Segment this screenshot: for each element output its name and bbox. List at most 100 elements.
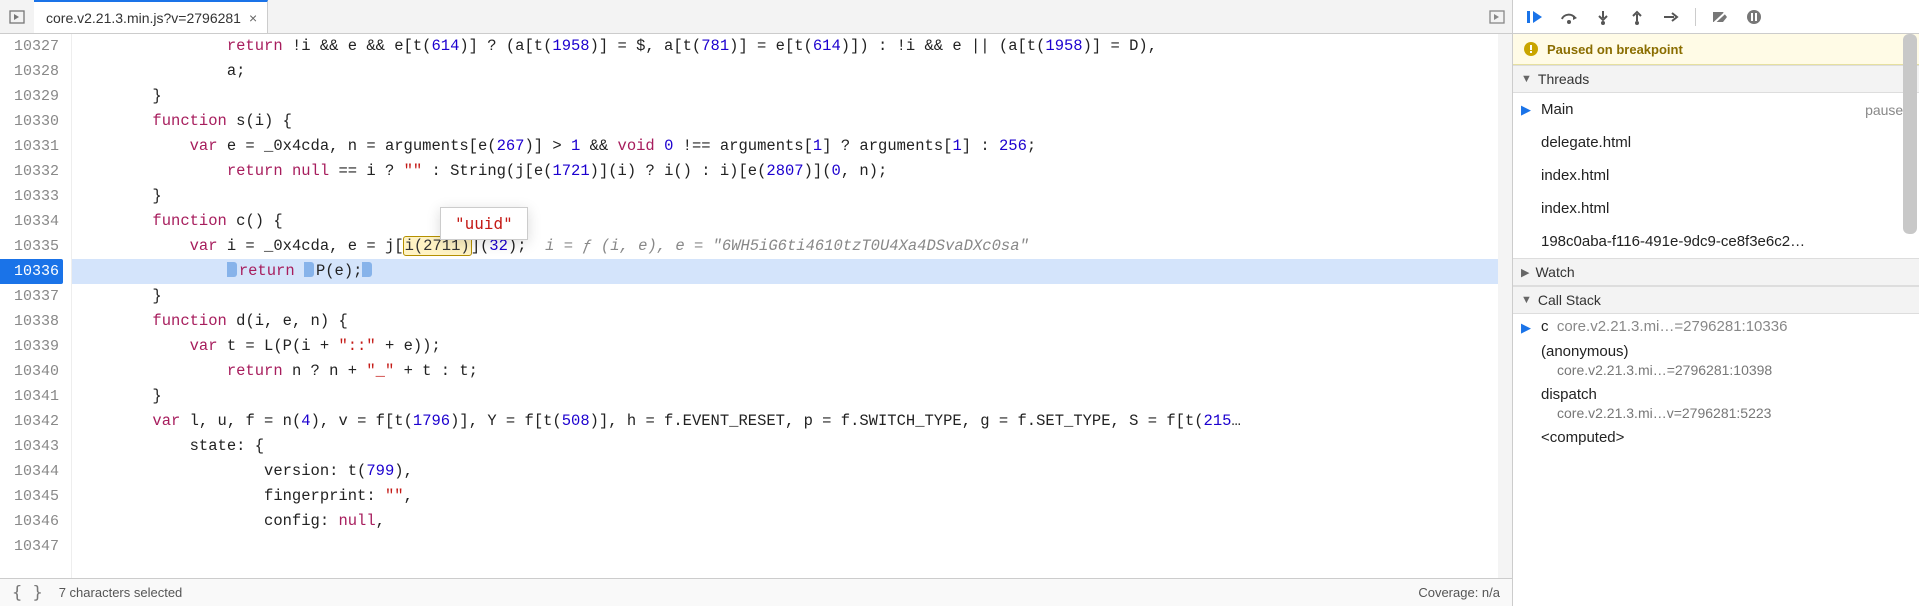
line-number[interactable]: 10331 [0, 134, 63, 159]
step-over-button[interactable] [1555, 5, 1583, 29]
line-number[interactable]: 10329 [0, 84, 63, 109]
frame-function: c [1541, 318, 1549, 335]
step-out-button[interactable] [1623, 5, 1651, 29]
line-number[interactable]: 10336 [0, 259, 63, 284]
threads-pane-header[interactable]: ▼ Threads [1513, 65, 1919, 93]
thread-label: index.html [1541, 167, 1609, 184]
callstack-list: ▶c core.v2.21.3.mi…=2796281:10336(anonym… [1513, 314, 1919, 450]
thread-label: Main [1541, 101, 1574, 118]
chevron-down-icon: ▼ [1521, 73, 1532, 85]
callstack-frame[interactable]: dispatchcore.v2.21.3.mi…v=2796281:5223 [1513, 382, 1919, 425]
line-number[interactable]: 10346 [0, 509, 63, 534]
breakpoint-marker[interactable] [362, 262, 372, 277]
line-number[interactable]: 10343 [0, 434, 63, 459]
thread-label: 198c0aba-f116-491e-9dc9-ce8f3e6c2… [1541, 233, 1805, 250]
line-number[interactable]: 10337 [0, 284, 63, 309]
code-line[interactable]: } [72, 84, 1512, 109]
callstack-frame[interactable]: ▶c core.v2.21.3.mi…=2796281:10336 [1513, 314, 1919, 339]
thread-item[interactable]: index.html [1513, 159, 1919, 192]
warning-icon [1523, 41, 1539, 57]
debugger-sidebar: Paused on breakpoint ▼ Threads ▶Mainpaus… [1512, 0, 1919, 606]
code-line[interactable]: } [72, 284, 1512, 309]
close-tab-icon[interactable]: × [249, 10, 257, 26]
threads-list: ▶Mainpaused delegate.html index.html index.… [1513, 93, 1919, 258]
step-into-button[interactable] [1589, 5, 1617, 29]
file-navigator-icon[interactable] [0, 8, 34, 26]
pause-message: Paused on breakpoint [1547, 42, 1683, 57]
code-line[interactable]: state: { [72, 434, 1512, 459]
frame-function: (anonymous) [1541, 343, 1629, 360]
line-number[interactable]: 10347 [0, 534, 63, 559]
thread-item[interactable]: index.html [1513, 192, 1919, 225]
line-number[interactable]: 10330 [0, 109, 63, 134]
chevron-down-icon: ▼ [1521, 294, 1532, 306]
tab-label: core.v2.21.3.min.js?v=2796281 [46, 10, 241, 26]
step-button[interactable] [1657, 5, 1685, 29]
line-number[interactable]: 10339 [0, 334, 63, 359]
editor-scrollbar[interactable] [1498, 34, 1512, 578]
code-line[interactable]: fingerprint: "", [72, 484, 1512, 509]
code-line[interactable]: return null == i ? "" : String(j[e(1721)… [72, 159, 1512, 184]
line-number[interactable]: 10341 [0, 384, 63, 409]
frame-function: <computed> [1541, 429, 1624, 446]
breakpoint-marker[interactable] [227, 262, 237, 277]
code-line[interactable]: return !i && e && e[t(614)] ? (a[t(1958)… [72, 34, 1512, 59]
more-tabs-icon[interactable] [1488, 8, 1506, 26]
breakpoint-marker[interactable] [304, 262, 314, 277]
code-line[interactable]: } [72, 184, 1512, 209]
line-number[interactable]: 10327 [0, 34, 63, 59]
code-line[interactable]: var i = _0x4cda, e = j[i(2711)](32); i =… [72, 234, 1512, 259]
editor-tab-bar: core.v2.21.3.min.js?v=2796281 × [0, 0, 1512, 34]
thread-item[interactable]: delegate.html [1513, 126, 1919, 159]
frame-function: dispatch [1541, 386, 1597, 403]
code-line[interactable]: function s(i) { [72, 109, 1512, 134]
line-gutter: 1032710328103291033010331103321033310334… [0, 34, 72, 578]
braces-icon[interactable]: { } [12, 583, 43, 603]
thread-item[interactable]: ▶Mainpaused [1513, 93, 1919, 126]
file-tab[interactable]: core.v2.21.3.min.js?v=2796281 × [34, 0, 268, 33]
code-line[interactable]: var l, u, f = n(4), v = f[t(1796)], Y = … [72, 409, 1512, 434]
callstack-frame[interactable]: (anonymous)core.v2.21.3.mi…=2796281:1039… [1513, 339, 1919, 382]
code-line[interactable]: } [72, 384, 1512, 409]
watch-pane-header[interactable]: ▶ Watch [1513, 258, 1919, 286]
frame-location: core.v2.21.3.mi…=2796281:10336 [1557, 318, 1788, 335]
pause-banner: Paused on breakpoint [1513, 34, 1919, 65]
pause-exceptions-button[interactable] [1740, 5, 1768, 29]
code-content[interactable]: return !i && e && e[t(614)] ? (a[t(1958)… [72, 34, 1512, 578]
code-line[interactable]: config: null, [72, 509, 1512, 534]
code-line[interactable]: var t = L(P(i + "::" + e)); [72, 334, 1512, 359]
thread-label: delegate.html [1541, 134, 1631, 151]
sidebar-scrollbar[interactable] [1899, 34, 1919, 606]
line-number[interactable]: 10335 [0, 234, 63, 259]
code-line[interactable] [72, 534, 1512, 559]
thread-item[interactable]: 198c0aba-f116-491e-9dc9-ce8f3e6c2… [1513, 225, 1919, 258]
line-number[interactable]: 10328 [0, 59, 63, 84]
code-line[interactable]: var e = _0x4cda, n = arguments[e(267)] >… [72, 134, 1512, 159]
code-editor-panel: core.v2.21.3.min.js?v=2796281 × 10327103… [0, 0, 1512, 606]
callstack-frame[interactable]: <computed> [1513, 425, 1919, 450]
line-number[interactable]: 10340 [0, 359, 63, 384]
callstack-pane-header[interactable]: ▼ Call Stack [1513, 286, 1919, 314]
line-number[interactable]: 10338 [0, 309, 63, 334]
code-line[interactable]: return P(e); [72, 259, 1512, 284]
scrollbar-thumb[interactable] [1903, 34, 1917, 234]
code-line[interactable]: version: t(799), [72, 459, 1512, 484]
line-number[interactable]: 10332 [0, 159, 63, 184]
selection-info: 7 characters selected [59, 585, 183, 600]
line-number[interactable]: 10333 [0, 184, 63, 209]
code-line[interactable]: a; [72, 59, 1512, 84]
line-number[interactable]: 10344 [0, 459, 63, 484]
code-line[interactable]: return n ? n + "_" + t : t; [72, 359, 1512, 384]
hover-tooltip: "uuid" [440, 207, 528, 240]
thread-label: index.html [1541, 200, 1609, 217]
line-number[interactable]: 10345 [0, 484, 63, 509]
line-number[interactable]: 10334 [0, 209, 63, 234]
code-line[interactable]: function d(i, e, n) { [72, 309, 1512, 334]
deactivate-breakpoints-button[interactable] [1706, 5, 1734, 29]
frame-location: core.v2.21.3.mi…v=2796281:5223 [1541, 403, 1911, 421]
resume-button[interactable] [1521, 5, 1549, 29]
debugger-toolbar [1513, 0, 1919, 34]
code-area[interactable]: 1032710328103291033010331103321033310334… [0, 34, 1512, 578]
code-line[interactable]: function c() { [72, 209, 1512, 234]
line-number[interactable]: 10342 [0, 409, 63, 434]
